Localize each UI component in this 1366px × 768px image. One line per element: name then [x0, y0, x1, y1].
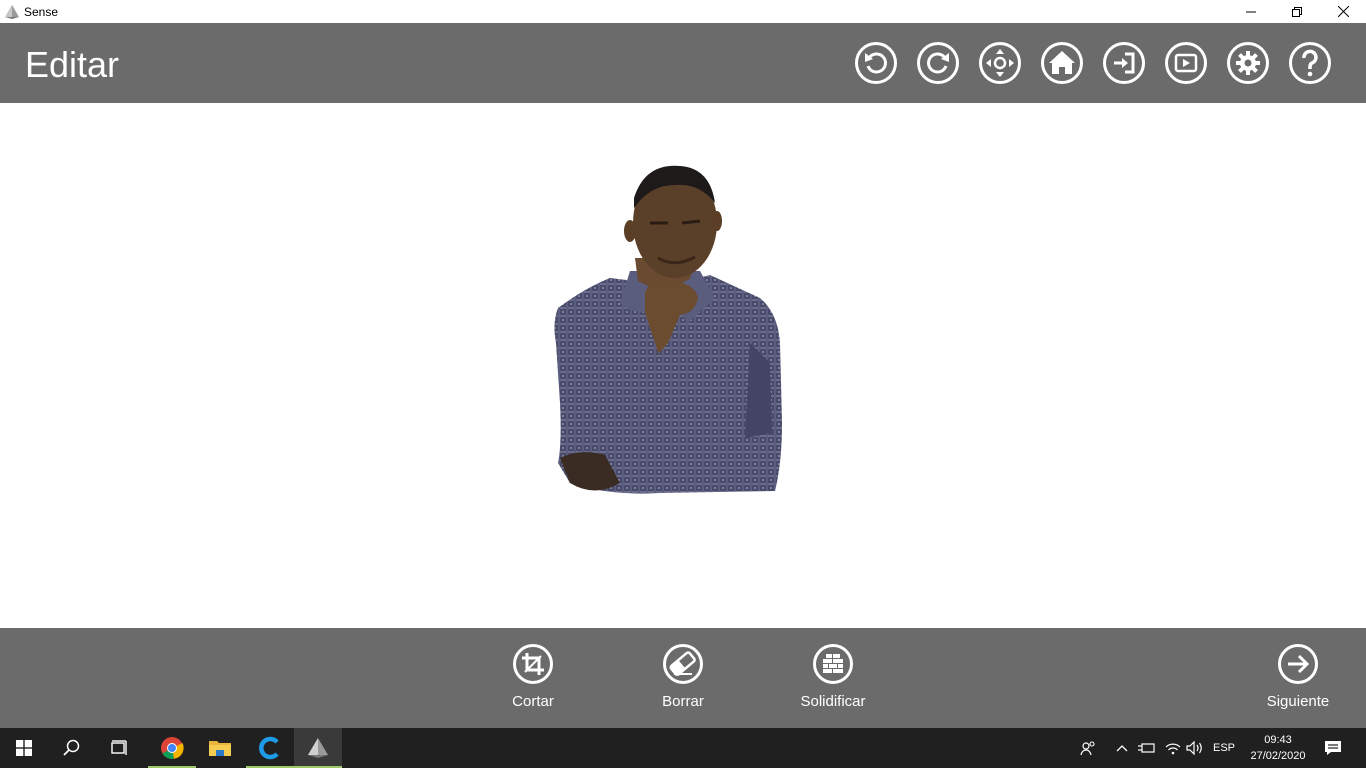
erase-label: Borrar — [662, 693, 704, 710]
window-controls — [1228, 0, 1366, 23]
input-language: ESP — [1212, 742, 1235, 754]
help-icon — [1289, 42, 1331, 84]
erase-button[interactable]: Borrar — [628, 643, 738, 710]
sense-app-icon — [5, 4, 19, 19]
chrome-icon — [161, 737, 184, 759]
redo-icon — [917, 42, 959, 84]
solidify-label: Solidificar — [800, 693, 866, 710]
restore-button[interactable] — [1274, 0, 1320, 23]
start-button[interactable] — [0, 728, 48, 768]
minimize-button[interactable] — [1228, 0, 1274, 23]
crop-button[interactable]: Cortar — [478, 643, 588, 710]
action-center-button[interactable] — [1318, 728, 1348, 768]
move-button[interactable] — [978, 41, 1022, 85]
show-hidden-icons-button[interactable] — [1112, 728, 1132, 768]
redo-button[interactable] — [916, 41, 960, 85]
taskbar-cortana-app[interactable] — [246, 728, 294, 768]
clock-date: 27/02/2020 — [1250, 750, 1306, 762]
volume-button[interactable] — [1184, 728, 1206, 768]
move-icon — [979, 42, 1021, 84]
next-label: Siguiente — [1266, 693, 1330, 710]
gear-icon — [1227, 42, 1269, 84]
arrow-right-icon — [1278, 644, 1318, 684]
taskbar-file-explorer[interactable] — [196, 728, 244, 768]
search-icon — [63, 739, 80, 756]
input-language-button[interactable]: ESP — [1208, 728, 1240, 768]
home-button[interactable] — [1040, 41, 1084, 85]
crop-label: Cortar — [512, 693, 554, 710]
windows-logo-icon — [16, 740, 32, 756]
taskbar-clock[interactable]: 09:43 27/02/2020 — [1244, 732, 1312, 764]
scanned-model[interactable] — [550, 163, 786, 499]
solidify-button[interactable]: Solidificar — [778, 643, 888, 710]
wifi-icon — [1165, 743, 1181, 755]
folder-icon — [209, 741, 231, 756]
minimize-icon — [1246, 11, 1256, 12]
taskbar-chrome[interactable] — [148, 728, 196, 768]
window-title: Sense — [24, 4, 59, 19]
page-title: Editar — [25, 44, 120, 85]
taskbar-sense[interactable] — [294, 728, 342, 768]
restore-icon — [1292, 6, 1302, 17]
play-icon — [1165, 42, 1207, 84]
people-button[interactable] — [1076, 728, 1100, 768]
help-button[interactable] — [1288, 41, 1332, 85]
close-button[interactable] — [1320, 0, 1366, 23]
undo-icon — [855, 42, 897, 84]
chevron-up-icon — [1116, 745, 1128, 752]
network-button[interactable] — [1162, 728, 1184, 768]
task-view-button[interactable] — [96, 728, 144, 768]
task-view-icon — [111, 740, 127, 755]
battery-plug-icon — [1138, 743, 1155, 753]
action-bar: Cortar Borrar Solidificar Siguiente — [0, 628, 1366, 728]
3d-viewport[interactable] — [0, 103, 1366, 628]
sense-app-icon — [308, 738, 328, 758]
crop-icon — [513, 644, 553, 684]
settings-button[interactable] — [1226, 41, 1270, 85]
taskbar: ESP 09:43 27/02/2020 — [0, 728, 1366, 768]
bricks-icon — [813, 644, 853, 684]
window-titlebar: Sense — [0, 0, 1366, 23]
close-icon — [1337, 6, 1349, 17]
notification-icon — [1325, 741, 1341, 755]
play-button[interactable] — [1164, 41, 1208, 85]
c-app-icon — [259, 736, 279, 760]
import-button[interactable] — [1102, 41, 1146, 85]
undo-button[interactable] — [854, 41, 898, 85]
home-icon — [1041, 42, 1083, 84]
battery-button[interactable] — [1136, 728, 1158, 768]
eraser-icon — [663, 644, 703, 684]
next-button[interactable]: Siguiente — [1243, 643, 1353, 710]
import-icon — [1103, 42, 1145, 84]
speaker-icon — [1186, 741, 1202, 755]
taskbar-search-button[interactable] — [48, 728, 96, 768]
header-toolbar — [854, 41, 1350, 85]
clock-time: 09:43 — [1264, 734, 1292, 746]
header-bar: Editar — [0, 23, 1366, 103]
people-icon — [1080, 741, 1095, 756]
